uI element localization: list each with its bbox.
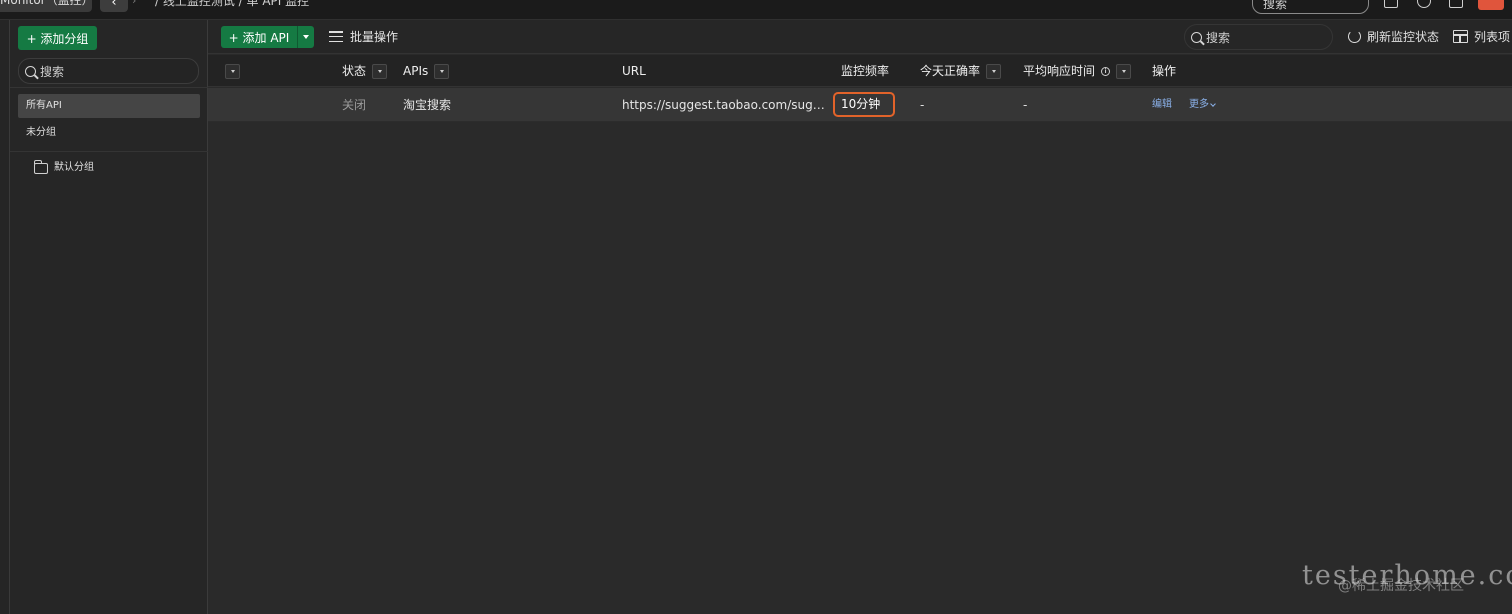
column-accuracy: 今天正确率 [920,55,1002,87]
edit-link[interactable]: 编辑 [1152,88,1172,122]
more-dropdown[interactable]: 更多 [1189,88,1216,122]
column-apis: APIs [403,55,450,87]
share-icon[interactable] [1384,0,1398,8]
caret-down-icon [439,69,444,73]
info-icon[interactable]: i [1101,66,1111,76]
row-response-time: - [1023,98,1028,112]
row-accuracy: - [920,98,925,112]
caret-down-icon [230,69,235,73]
batch-operation-button[interactable]: 批量操作 [329,28,398,45]
table-header: 状态 APIs URL 监控频率 今天正确率 平均响应时间 i 操作 [208,55,1512,87]
response-filter-dropdown[interactable] [1116,63,1132,79]
watermark-cn: @稀土掘金技术社区 [1338,578,1464,594]
batch-operation-label: 批量操作 [350,30,399,44]
api-search-input[interactable]: 搜索 [1184,24,1333,50]
column-frequency-label: 监控频率 [841,64,890,78]
select-all-dropdown[interactable] [225,55,240,87]
back-button[interactable]: ‹ [100,0,128,12]
apis-filter-dropdown[interactable] [434,63,450,79]
add-group-button[interactable]: + 添加分组 [18,26,97,50]
dropdown-box[interactable] [225,63,240,79]
column-settings-label: 列表项 [1474,30,1511,44]
row-status: 关闭 [342,98,367,112]
divider [10,87,208,88]
sidebar-item-ungrouped[interactable]: 未分组 [18,121,200,145]
help-icon[interactable] [1417,0,1431,8]
refresh-icon [1348,30,1361,43]
divider [10,151,208,152]
column-frequency: 监控频率 [841,55,889,87]
folder-icon [33,159,48,174]
caret-down-icon [377,69,382,73]
sidebar: + 添加分组 搜索 所有API 未分组 默认分组 [10,20,208,614]
monitor-icon[interactable] [1449,0,1463,8]
row-url: https://suggest.taobao.com/sug?code=utf-… [622,98,828,112]
column-status-label: 状态 [342,64,367,78]
more-label: 更多 [1189,99,1209,110]
table-row[interactable]: 关闭 淘宝搜索 https://suggest.taobao.com/sug?c… [208,88,1512,122]
column-url-label: URL [622,64,646,78]
breadcrumb: / 线上监控测试 / 单 API 监控 [155,0,310,8]
column-actions: 操作 [1152,55,1176,87]
sidebar-item-all-api[interactable]: 所有API [18,94,200,118]
api-search-placeholder: 搜索 [1206,30,1231,45]
caret-down-icon [991,69,996,73]
add-api-split-button: + 添加 API [221,26,314,48]
app-tab[interactable]: Monitor（监控） [0,0,94,12]
refresh-status-label: 刷新监控状态 [1367,30,1440,44]
sidebar-folder-default[interactable]: 默认分组 [18,156,200,180]
column-response-label: 平均响应时间 [1023,64,1096,78]
add-api-dropdown[interactable] [298,26,314,48]
forward-button[interactable]: › [132,0,144,12]
column-accuracy-label: 今天正确率 [920,64,981,78]
search-icon [1191,31,1202,43]
column-settings-button[interactable]: 列表项 [1453,28,1510,45]
folder-label: 默认分组 [54,162,94,173]
list-icon [329,31,343,42]
row-api-name[interactable]: 淘宝搜索 [403,88,451,122]
table-columns-icon [1453,30,1468,43]
accuracy-filter-dropdown[interactable] [986,63,1002,79]
top-bar: Monitor（监控） ‹ › / 线上监控测试 / 单 API 监控 搜索 [0,0,1512,20]
column-url: URL [622,55,646,87]
column-status: 状态 [342,55,388,87]
caret-down-icon [303,35,309,39]
column-response-time: 平均响应时间 i [1023,55,1132,87]
sidebar-search-input[interactable]: 搜索 [18,58,199,84]
toolbar: + 添加 API 批量操作 搜索 刷新监控状态 列表项 [208,20,1512,54]
global-search-input[interactable]: 搜索 [1252,0,1369,14]
row-frequency[interactable]: 10分钟 [833,92,895,117]
sidebar-search-placeholder: 搜索 [40,64,65,79]
chevron-down-icon [1210,100,1216,107]
status-filter-dropdown[interactable] [372,63,388,79]
column-actions-label: 操作 [1152,64,1177,78]
column-apis-label: APIs [403,64,429,78]
caret-down-icon [1121,69,1126,73]
search-icon [25,65,36,77]
refresh-status-button[interactable]: 刷新监控状态 [1348,28,1439,45]
avatar[interactable] [1478,0,1504,10]
left-edge-panel [0,20,10,614]
add-api-button[interactable]: + 添加 API [221,26,298,48]
